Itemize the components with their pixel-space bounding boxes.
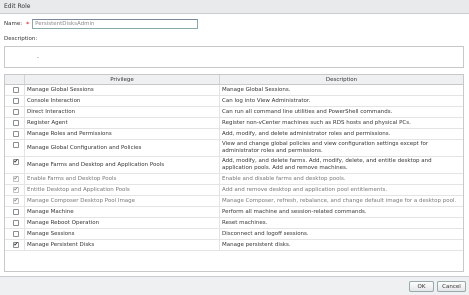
privilege-description: Can log into View Administrator. [222,97,311,104]
header-checkbox-column [5,75,25,84]
privilege-name: Console Interaction [25,96,220,106]
cancel-button[interactable]: Cancel [437,281,466,292]
privilege-description: Manage Composer, refresh, rebalance, and… [222,197,457,204]
dialog-footer: OK Cancel [0,276,469,295]
table-row[interactable]: Console Interaction Can log into View Ad… [5,96,463,107]
privilege-checkbox[interactable] [13,109,19,115]
table-row[interactable]: Manage Roles and Permissions Add, modify… [5,129,463,140]
ok-button[interactable]: OK [409,281,434,292]
table-row[interactable]: Manage Farms and Desktop and Application… [5,157,463,174]
privilege-description: Reset machines. [222,219,268,226]
privilege-name: Manage Global Sessions [25,85,220,95]
privilege-checkbox-checked[interactable] [13,158,19,165]
privilege-name: Manage Persistent Disks [25,240,220,250]
privilege-name: Manage Roles and Permissions [25,129,220,139]
table-row[interactable]: Manage Machine Perform all machine and s… [5,207,463,218]
privilege-description: Add and remove desktop and application p… [222,186,388,193]
privilege-checkbox[interactable] [13,131,19,137]
privilege-name: Entitle Desktop and Application Pools [25,185,220,195]
table-header: Privilege Description [5,75,463,85]
name-label: Name: [4,21,23,27]
privilege-description: Manage Global Sessions. [222,86,291,93]
table-row[interactable]: Manage Persistent Disks Manage persisten… [5,240,463,251]
header-privilege[interactable]: Privilege [25,75,220,84]
privilege-description: Perform all machine and session-related … [222,208,367,215]
privilege-description: View and change global policies and view… [222,141,429,154]
required-marker: * [26,20,30,28]
privilege-name: Direct Interaction [25,107,220,117]
dialog-title: Edit Role [0,0,469,14]
privilege-checkbox[interactable] [13,87,19,93]
table-row[interactable]: Manage Composer Desktop Pool Image Manag… [5,196,463,207]
table-row[interactable]: Manage Global Configuration and Policies… [5,140,463,157]
privilege-description: Add, modify, and delete administrator ro… [222,130,391,137]
table-row[interactable]: Manage Reboot Operation Reset machines. [5,218,463,229]
privilege-checkbox[interactable] [13,209,19,215]
privilege-name: Manage Sessions [25,229,220,239]
privilege-description: Enable and disable farms and desktop poo… [222,175,346,182]
table-row[interactable]: Enable Farms and Desktop Pools Enable an… [5,174,463,185]
privilege-checkbox-checked [13,175,19,182]
privilege-checkbox[interactable] [13,120,19,126]
table-row[interactable]: Entitle Desktop and Application Pools Ad… [5,185,463,196]
name-input[interactable] [32,19,199,29]
table-row[interactable]: Direct Interaction Can run all command l… [5,107,463,118]
privilege-name: Manage Composer Desktop Pool Image [25,196,220,206]
privilege-checkbox-checked [13,186,19,193]
privilege-name: Manage Reboot Operation [25,218,220,228]
privilege-checkbox[interactable] [13,142,19,148]
privilege-name: Manage Global Configuration and Policies [25,140,220,156]
privilege-checkbox[interactable] [13,231,19,237]
privilege-checkbox[interactable] [13,98,19,104]
privilege-description: Register non-vCenter machines such as RD… [222,119,411,126]
privilege-name: Enable Farms and Desktop Pools [25,174,220,184]
privilege-name: Register Agent [25,118,220,128]
description-textarea[interactable]: . [4,46,464,68]
table-row[interactable]: Register Agent Register non-vCenter mach… [5,118,463,129]
privilege-checkbox-checked[interactable] [13,241,19,248]
privilege-description: Add, modify, and delete farms. Add, modi… [222,158,432,171]
privilege-description: Disconnect and logoff sessions. [222,230,309,237]
description-label: Description: [4,36,38,42]
privilege-name: Manage Machine [25,207,220,217]
privilege-description: Manage persistent disks. [222,241,291,248]
name-row: Name: * [4,19,199,29]
privilege-checkbox[interactable] [13,220,19,226]
privilege-name: Manage Farms and Desktop and Application… [25,157,220,173]
table-row[interactable]: Manage Sessions Disconnect and logoff se… [5,229,463,240]
privileges-table: Privilege Description Manage Global Sess… [4,74,464,272]
table-row[interactable]: Manage Global Sessions Manage Global Ses… [5,85,463,96]
header-description[interactable]: Description [220,75,463,84]
privilege-checkbox-checked [13,197,19,204]
privilege-description: Can run all command line utilities and P… [222,108,393,115]
